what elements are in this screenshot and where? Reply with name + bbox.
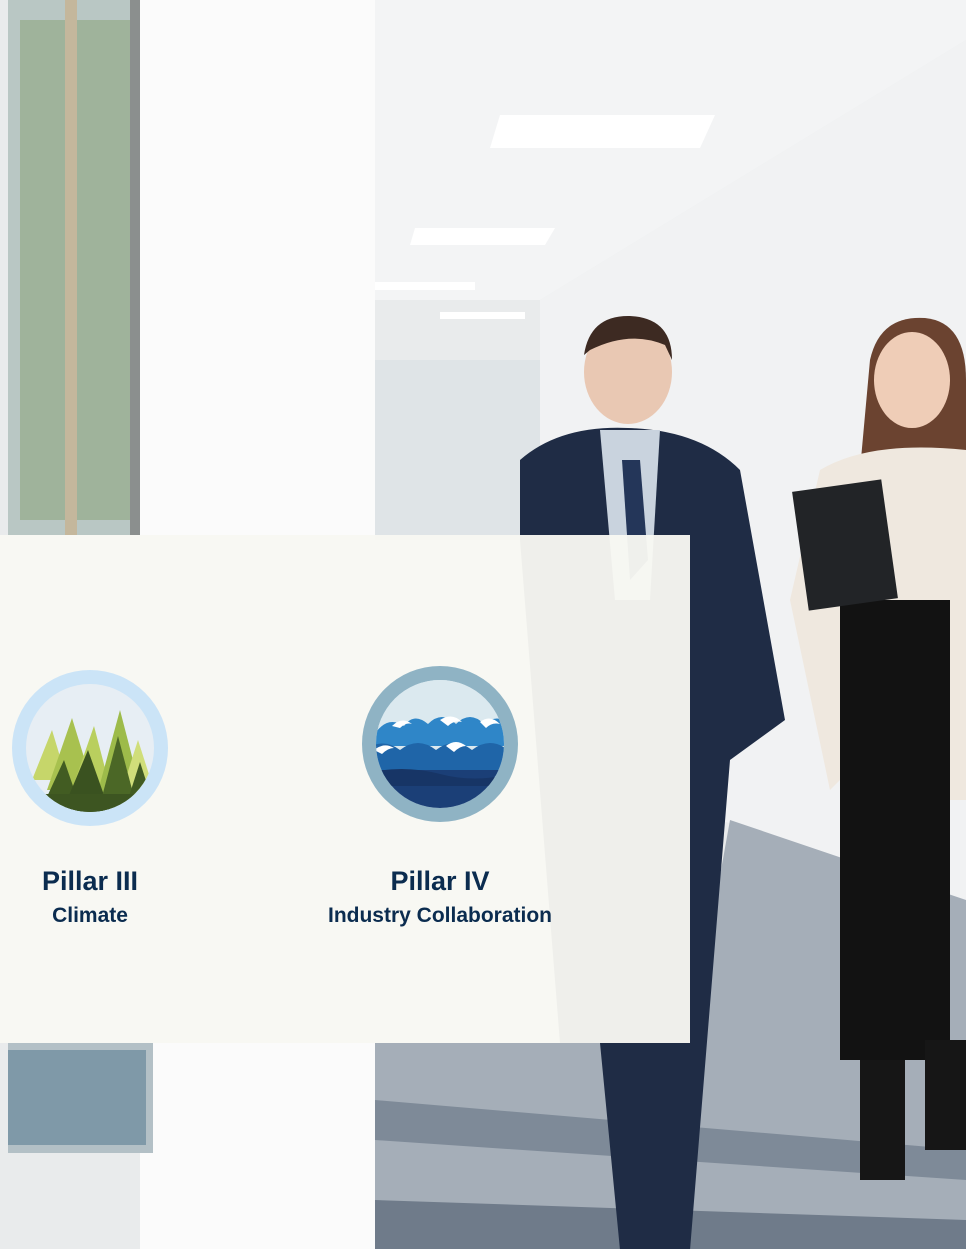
pillar-title: Pillar IV (390, 866, 490, 896)
pillar-title: Pillar III (41, 866, 139, 896)
pillar-industry-collaboration: Pillar IV Industry Collaboration (300, 666, 580, 928)
waves-icon (362, 666, 518, 822)
forest-icon (12, 670, 168, 826)
pillar-climate: Pillar III Climate (10, 670, 170, 928)
pillar-subtitle: Industry Collaboration (327, 904, 552, 928)
pillar-subtitle: Climate (52, 904, 128, 928)
